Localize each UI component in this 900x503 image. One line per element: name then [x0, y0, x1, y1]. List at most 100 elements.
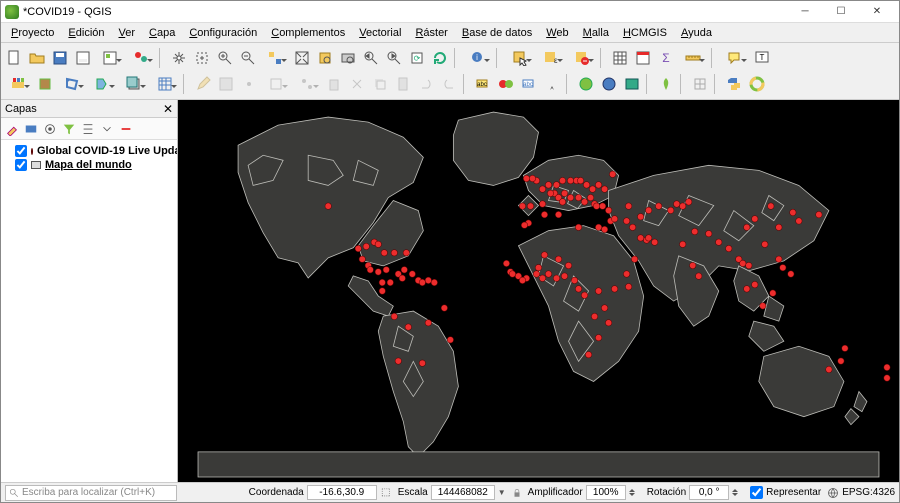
- print-layout-button[interactable]: [72, 47, 94, 69]
- covid-point[interactable]: [363, 243, 369, 249]
- covid-point[interactable]: [601, 226, 607, 232]
- redo-button[interactable]: [438, 73, 460, 95]
- render-checkbox[interactable]: [750, 486, 763, 499]
- diagram-tool-button[interactable]: [495, 73, 517, 95]
- filter-legend-button[interactable]: [60, 120, 78, 138]
- deselect-button[interactable]: [567, 47, 597, 69]
- covid-point[interactable]: [752, 216, 758, 222]
- covid-point[interactable]: [611, 286, 617, 292]
- python-console-button[interactable]: [723, 73, 745, 95]
- covid-point[interactable]: [575, 194, 581, 200]
- chevron-down-icon[interactable]: ▼: [498, 488, 506, 497]
- covid-point[interactable]: [325, 203, 331, 209]
- label-tool-button[interactable]: abc: [472, 73, 494, 95]
- map-tips-button[interactable]: [720, 47, 750, 69]
- covid-point[interactable]: [559, 199, 565, 205]
- covid-point[interactable]: [655, 203, 661, 209]
- covid-point[interactable]: [696, 273, 702, 279]
- move-feature-button[interactable]: [261, 73, 291, 95]
- coordinate-input[interactable]: [307, 485, 377, 500]
- covid-point[interactable]: [816, 211, 822, 217]
- covid-point[interactable]: [591, 313, 597, 319]
- covid-point[interactable]: [679, 241, 685, 247]
- covid-point[interactable]: [690, 262, 696, 268]
- zoom-native-button[interactable]: [260, 47, 290, 69]
- covid-point[interactable]: [519, 203, 525, 209]
- open-project-button[interactable]: [26, 47, 48, 69]
- covid-point[interactable]: [760, 303, 766, 309]
- covid-point[interactable]: [375, 269, 381, 275]
- covid-point[interactable]: [623, 271, 629, 277]
- pan-button[interactable]: [168, 47, 190, 69]
- menu-ver[interactable]: Ver: [113, 25, 142, 41]
- layer-checkbox[interactable]: [15, 159, 27, 171]
- map-canvas[interactable]: [178, 100, 899, 482]
- covid-point[interactable]: [744, 286, 750, 292]
- menu-proyecto[interactable]: Proyecto: [5, 25, 60, 41]
- covid-point[interactable]: [796, 218, 802, 224]
- covid-point[interactable]: [673, 201, 679, 207]
- lock-icon[interactable]: [512, 488, 522, 498]
- add-feature-button[interactable]: [238, 73, 260, 95]
- covid-point[interactable]: [645, 235, 651, 241]
- covid-point[interactable]: [431, 279, 437, 285]
- new-virtual-layer-button[interactable]: [119, 73, 149, 95]
- covid-point[interactable]: [776, 256, 782, 262]
- covid-point[interactable]: [541, 211, 547, 217]
- processing-toolbox-button[interactable]: [746, 73, 768, 95]
- covid-point[interactable]: [355, 245, 361, 251]
- covid-point[interactable]: [595, 288, 601, 294]
- text-annotation-button[interactable]: T: [751, 47, 773, 69]
- scale-input[interactable]: [431, 485, 495, 500]
- save-project-button[interactable]: [49, 47, 71, 69]
- select-features-button[interactable]: [505, 47, 535, 69]
- covid-point[interactable]: [539, 275, 545, 281]
- covid-point[interactable]: [509, 271, 515, 277]
- covid-point[interactable]: [575, 286, 581, 292]
- hcmgis-download-button[interactable]: [621, 73, 643, 95]
- covid-point[interactable]: [838, 358, 844, 364]
- paste-features-button[interactable]: [392, 73, 414, 95]
- layer-item[interactable]: Global COVID-19 Live Update: [1, 144, 177, 158]
- covid-point[interactable]: [692, 228, 698, 234]
- covid-point[interactable]: [399, 275, 405, 281]
- new-spatialite-button[interactable]: [88, 73, 118, 95]
- covid-point[interactable]: [679, 203, 685, 209]
- covid-point[interactable]: [541, 252, 547, 258]
- covid-point[interactable]: [768, 203, 774, 209]
- covid-point[interactable]: [788, 271, 794, 277]
- covid-point[interactable]: [527, 203, 533, 209]
- layer-item[interactable]: Mapa del mundo: [1, 158, 177, 172]
- covid-point[interactable]: [651, 239, 657, 245]
- covid-point[interactable]: [387, 279, 393, 285]
- covid-point[interactable]: [577, 177, 583, 183]
- new-shapefile-button[interactable]: [57, 73, 87, 95]
- menu-configuración[interactable]: Configuración: [183, 25, 263, 41]
- delete-selected-button[interactable]: [323, 73, 345, 95]
- covid-point[interactable]: [842, 345, 848, 351]
- menu-capa[interactable]: Capa: [143, 25, 181, 41]
- expand-all-button[interactable]: [79, 120, 97, 138]
- covid-point[interactable]: [752, 281, 758, 287]
- covid-point[interactable]: [625, 284, 631, 290]
- layout-manager-button[interactable]: [95, 47, 125, 69]
- zoom-to-layer-button[interactable]: [337, 47, 359, 69]
- covid-point[interactable]: [547, 190, 553, 196]
- covid-point[interactable]: [583, 182, 589, 188]
- covid-point[interactable]: [567, 194, 573, 200]
- covid-point[interactable]: [746, 262, 752, 268]
- covid-point[interactable]: [790, 209, 796, 215]
- covid-point[interactable]: [625, 203, 631, 209]
- menu-edición[interactable]: Edición: [62, 25, 110, 41]
- covid-point[interactable]: [539, 186, 545, 192]
- vertex-tool-button[interactable]: [292, 73, 322, 95]
- crs-button[interactable]: EPSG:4326: [827, 487, 895, 499]
- covid-point[interactable]: [595, 334, 601, 340]
- covid-point[interactable]: [611, 216, 617, 222]
- covid-point[interactable]: [884, 364, 890, 370]
- covid-point[interactable]: [409, 271, 415, 277]
- covid-point[interactable]: [441, 305, 447, 311]
- covid-point[interactable]: [559, 177, 565, 183]
- covid-point[interactable]: [575, 224, 581, 230]
- close-panel-button[interactable]: ✕: [163, 102, 173, 116]
